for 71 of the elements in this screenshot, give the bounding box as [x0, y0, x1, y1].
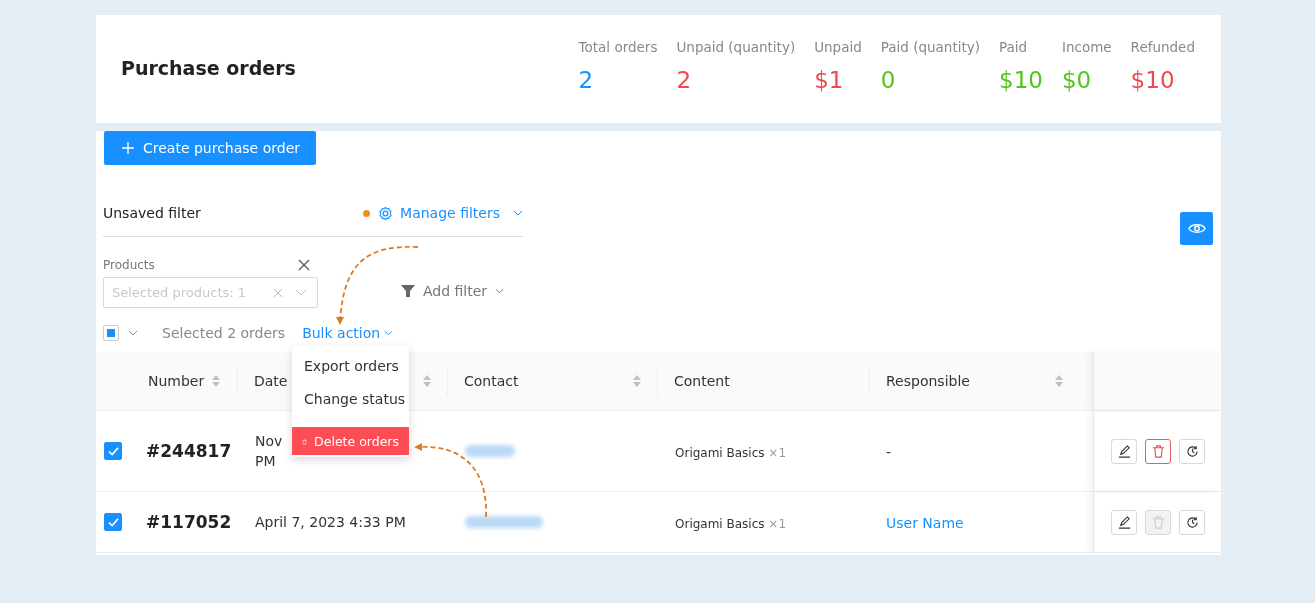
add-filter-button[interactable]: Add filter	[395, 282, 511, 300]
visibility-button[interactable]	[1180, 212, 1213, 245]
history-button[interactable]	[1179, 438, 1205, 464]
stat-value: $10	[999, 67, 1043, 93]
filter-name: Unsaved filter	[103, 205, 202, 221]
row-checkbox[interactable]	[104, 442, 122, 460]
stat-label: Total orders	[578, 39, 658, 55]
menu-item[interactable]: Delete orders	[292, 427, 409, 455]
order-date: PM	[255, 453, 276, 469]
sort-icon[interactable]	[423, 375, 431, 387]
caret-icon	[513, 210, 523, 216]
content-cell-text: Origami Basics ×1	[674, 516, 787, 531]
check-icon	[107, 446, 119, 456]
gear-icon	[378, 205, 394, 221]
page-title: Purchase orders	[121, 57, 296, 79]
order-number: #117052	[145, 512, 232, 532]
order-number: #244817	[145, 441, 232, 461]
bulk-action-button[interactable]: Bulk action	[302, 325, 394, 341]
responsible-link[interactable]: User Name	[869, 514, 964, 531]
trash-icon	[1151, 444, 1165, 458]
order-date: April 7, 2023 4:33 PM	[255, 514, 406, 530]
selection-count: Selected 2 orders	[162, 325, 286, 341]
caret-icon[interactable]	[128, 330, 138, 336]
history-button[interactable]	[1179, 509, 1205, 535]
filter-icon	[401, 284, 415, 298]
field-label: Products	[103, 258, 155, 272]
pencil-icon	[1117, 444, 1131, 458]
caret-icon	[384, 330, 394, 336]
responsible-cell-text: -	[885, 443, 892, 460]
stat-value: $1	[814, 67, 845, 93]
stat-label: Income	[1061, 39, 1112, 55]
eye-icon	[1187, 222, 1206, 235]
delete-button[interactable]	[1145, 438, 1171, 464]
order-date: Nov	[255, 433, 283, 449]
sort-icon[interactable]	[212, 375, 221, 387]
stat-label: Unpaid (quantity)	[676, 39, 796, 55]
stat-value: $0	[1061, 67, 1093, 93]
select-all-checkbox[interactable]	[103, 325, 119, 341]
caret-icon	[495, 288, 505, 294]
stat-label: Paid (quantity)	[880, 39, 980, 55]
stat-label: Refunded	[1130, 39, 1195, 55]
column-header[interactable]: Responsible	[869, 366, 1079, 396]
check-icon	[107, 517, 119, 527]
close-icon[interactable]	[298, 259, 310, 271]
caret-icon	[295, 289, 307, 296]
manage-filters-button[interactable]: Manage filters	[378, 205, 523, 221]
pencil-icon	[1117, 515, 1131, 529]
history-icon	[1185, 515, 1199, 529]
menu-item[interactable]: Export orders	[292, 350, 409, 383]
trash-icon	[1151, 515, 1165, 529]
stat-value: 2	[578, 67, 595, 93]
column-header[interactable]: Contact	[447, 366, 657, 396]
stat-value: 2	[676, 67, 693, 93]
stat-value: 0	[880, 67, 897, 93]
content-cell-text: Origami Basics ×1	[674, 445, 787, 460]
trash-icon	[302, 436, 308, 447]
column-header[interactable]: Content	[657, 366, 869, 396]
edit-button[interactable]	[1111, 438, 1137, 464]
sort-icon[interactable]	[1055, 375, 1063, 387]
row-checkbox[interactable]	[104, 513, 122, 531]
column-header[interactable]: Number	[130, 366, 237, 396]
history-icon	[1185, 444, 1199, 458]
stat-label: Unpaid	[814, 39, 862, 55]
stat-value: $10	[1130, 67, 1176, 93]
sort-icon[interactable]	[633, 375, 641, 387]
create-button[interactable]: Create purchase order	[104, 131, 316, 165]
stat-label: Paid	[999, 39, 1029, 55]
edit-button[interactable]	[1111, 509, 1137, 535]
menu-item[interactable]: Change status	[292, 383, 409, 416]
plus-icon	[122, 142, 134, 154]
clear-icon[interactable]	[273, 287, 283, 298]
